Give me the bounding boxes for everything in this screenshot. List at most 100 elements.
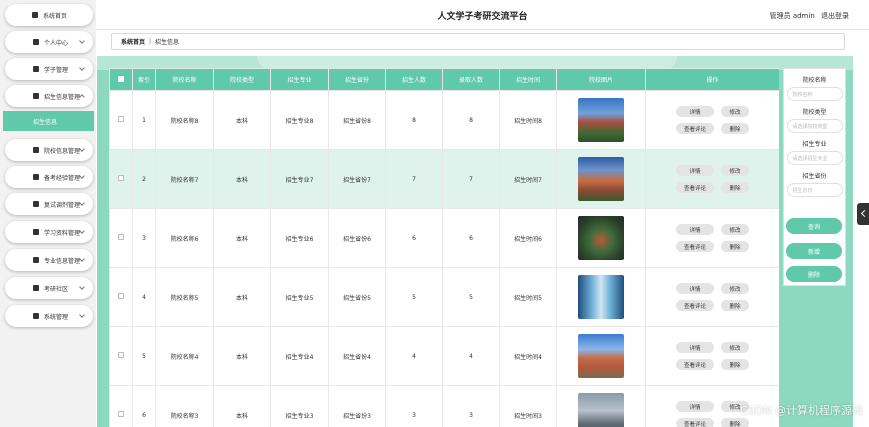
edit-button[interactable]: 修改 [721,283,749,294]
logout-link[interactable]: 退出登录 [821,12,849,20]
detail-button[interactable]: 详情 [676,224,714,235]
school-name-input[interactable]: 院校名称 [786,87,843,101]
row-checkbox[interactable] [118,116,124,122]
batch-delete-button[interactable]: 删除 [786,266,842,282]
sidebar-item-label: 备考经验管理 [44,174,81,182]
folder-icon [33,257,39,263]
select-all-checkbox[interactable] [118,75,124,82]
edit-button[interactable]: 修改 [721,224,749,235]
view-comments-button[interactable]: 查看评论 [676,241,714,252]
cell-province: 招生省份4 [328,326,386,386]
app: 系统首页 个人中心 学子管理 招生信息管理 招生信息 院校信息管理 备考经验管理 [0,0,869,427]
user-icon [33,201,39,207]
cell-province: 招生省份6 [328,208,386,268]
query-button[interactable]: 查询 [786,218,842,234]
chart-icon [33,313,39,319]
breadcrumb-home[interactable]: 系统首页 [121,37,145,46]
sidebar-item-materials[interactable]: 学习资料管理 [5,221,93,243]
row-checkbox[interactable] [118,293,124,299]
sidebar-item-profile[interactable]: 个人中心 [5,31,93,53]
sidebar-item-system[interactable]: 系统管理 [5,305,93,327]
row-checkbox[interactable] [118,411,124,417]
edit-button[interactable]: 修改 [721,165,749,176]
school-image[interactable] [578,275,624,319]
folder-icon [33,147,39,153]
view-comments-button[interactable]: 查看评论 [676,300,714,311]
major-label: 招生专业 [802,141,827,148]
collapse-panel-tab[interactable] [857,203,869,225]
view-comments-button[interactable]: 查看评论 [676,418,714,427]
row-checkbox[interactable] [118,175,124,181]
sidebar-item-adjustment[interactable]: 复试调剂管理 [5,193,93,215]
cell-school: 院校名称6 [155,208,214,268]
sidebar-item-majors[interactable]: 专业信息管理 [5,249,93,271]
cell-province: 招生省份7 [328,149,386,209]
row-checkbox[interactable] [118,234,124,240]
school-image[interactable] [578,98,624,142]
major-select[interactable]: 请选择招生专业 [786,151,843,165]
school-type-label: 院校类型 [802,109,827,116]
delete-button[interactable]: 删除 [721,300,749,311]
delete-button[interactable]: 删除 [721,123,749,134]
sidebar-item-schools[interactable]: 院校信息管理 [5,139,93,161]
column-header: 招生专业 [270,68,329,91]
add-button[interactable]: 新增 [786,243,842,259]
school-image[interactable] [578,216,624,260]
delete-button[interactable]: 删除 [721,359,749,370]
delete-button[interactable]: 删除 [721,241,749,252]
detail-button[interactable]: 详情 [676,401,714,412]
cell-school: 院校名称8 [155,90,214,150]
admissions-table-container: 索引 院校名称 院校类型 招生专业 招生省份 招生人数 录取人数 招生时间 院校… [109,68,779,427]
sidebar-item-label: 专业信息管理 [44,257,81,265]
detail-button[interactable]: 详情 [676,342,714,353]
view-comments-button[interactable]: 查看评论 [676,359,714,370]
sidebar-item-label: 招生信息管理 [44,93,81,101]
cell-enroll: 7 [385,149,443,209]
sidebar-item-experience[interactable]: 备考经验管理 [5,166,93,188]
chevron-down-icon [79,284,85,290]
sidebar: 系统首页 个人中心 学子管理 招生信息管理 招生信息 院校信息管理 备考经验管理 [0,0,96,427]
detail-button[interactable]: 详情 [676,283,714,294]
user-icon [33,285,39,291]
cell-major: 招生专业8 [270,90,329,150]
school-image[interactable] [578,334,624,378]
page-title: 人文学子考研交流平台 [437,12,528,22]
cell-admitted: 8 [442,90,500,150]
column-header: 院校图片 [556,68,646,91]
cell-time: 招生时间5 [499,267,557,327]
chevron-down-icon [79,256,85,262]
cell-type: 本科 [213,385,271,427]
sidebar-item-community[interactable]: 考研社区 [5,277,93,299]
row-checkbox[interactable] [118,352,124,358]
view-comments-button[interactable]: 查看评论 [676,123,714,134]
view-comments-button[interactable]: 查看评论 [676,182,714,193]
cell-index: 6 [132,385,156,427]
cell-time: 招生时间6 [499,208,557,268]
chevron-down-icon [79,65,85,71]
table-row: 6 院校名称3 本科 招生专业3 招生省份3 3 3 招生时间3 详情 修改 查… [109,385,779,427]
sidebar-item-admissions[interactable]: 招生信息管理 [5,85,93,107]
column-header: 招生省份 [328,68,386,91]
sidebar-item-home[interactable]: 系统首页 [5,4,93,26]
table-row: 3 院校名称6 本科 招生专业6 招生省份6 6 6 招生时间6 详情 修改 查… [109,208,779,268]
sidebar-item-students[interactable]: 学子管理 [5,58,93,80]
select-all-header[interactable] [109,68,133,91]
school-image[interactable] [578,157,624,201]
column-header: 招生人数 [385,68,443,91]
school-type-select[interactable]: 请选择院校类型 [786,119,843,133]
detail-button[interactable]: 详情 [676,165,714,176]
school-image[interactable] [578,393,624,427]
province-input[interactable]: 招生省份 [786,183,843,197]
column-header: 招生时间 [499,68,557,91]
edit-button[interactable]: 修改 [721,342,749,353]
delete-button[interactable]: 删除 [721,182,749,193]
detail-button[interactable]: 详情 [676,106,714,117]
sidebar-subitem-admission-info[interactable]: 招生信息 [3,111,94,131]
cell-major: 招生专业6 [270,208,329,268]
user-icon [33,66,39,72]
cell-index: 5 [132,326,156,386]
cell-type: 本科 [213,149,271,209]
edit-button[interactable]: 修改 [721,106,749,117]
grid-icon [33,174,39,180]
delete-button[interactable]: 删除 [721,418,749,427]
